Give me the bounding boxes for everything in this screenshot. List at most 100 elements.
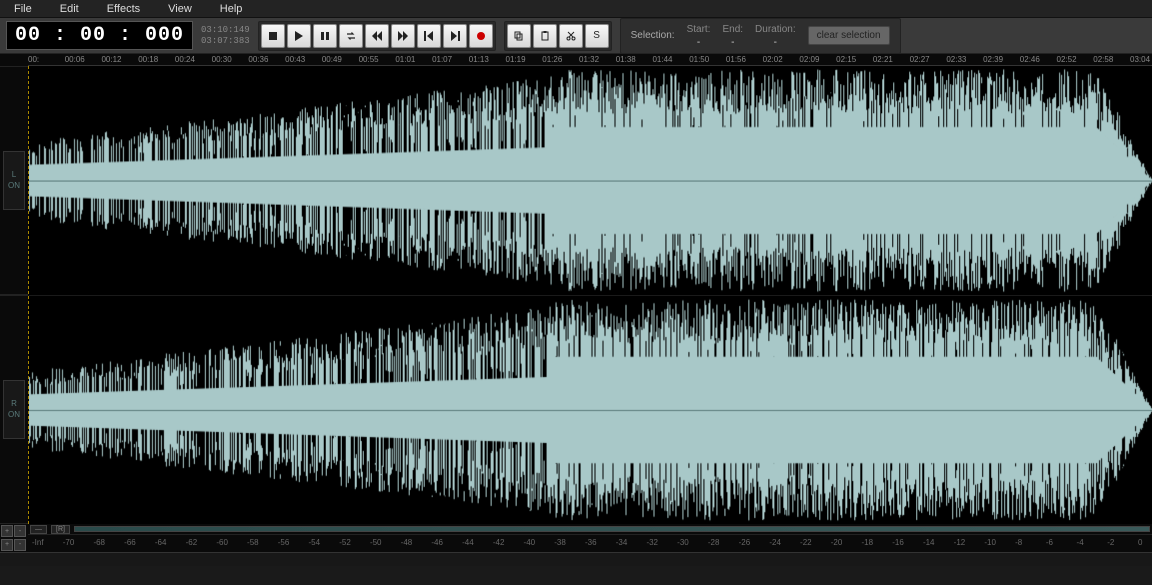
goto-start-button[interactable] [417, 24, 441, 48]
db-tick: -64 [155, 538, 167, 547]
db-tick: -50 [370, 538, 382, 547]
db-tick: -52 [339, 538, 351, 547]
time-tick: 02:21 [873, 55, 893, 64]
time-tick: 02:58 [1093, 55, 1113, 64]
waveform-left[interactable] [29, 66, 1152, 295]
time-tick: 01:44 [652, 55, 672, 64]
copy-button[interactable] [507, 24, 531, 48]
waveform-right[interactable] [29, 295, 1152, 525]
cut-button[interactable] [559, 24, 583, 48]
time-tick: 02:02 [763, 55, 783, 64]
zoom-out-h[interactable]: - [14, 525, 26, 537]
channel-left-label[interactable]: LON [0, 66, 28, 295]
paste-button[interactable] [533, 24, 557, 48]
db-tick: -58 [247, 538, 259, 547]
loop-track[interactable] [74, 526, 1150, 532]
db-scale: -Inf-70-68-66-64-62-60-58-56-54-52-50-48… [28, 534, 1152, 552]
db-tick: -8 [1015, 538, 1022, 547]
db-tick: -10 [984, 538, 996, 547]
db-tick: -24 [769, 538, 781, 547]
position-current: 03:07:383 [201, 36, 250, 47]
menu-view[interactable]: View [158, 1, 210, 17]
time-tick: 00:36 [248, 55, 268, 64]
time-tick: 00:18 [138, 55, 158, 64]
db-tick: -28 [708, 538, 720, 547]
channel-right-label[interactable]: RON [0, 295, 28, 524]
db-tick: 0 [1138, 538, 1142, 547]
loop-disable-button[interactable]: — [30, 525, 47, 534]
time-tick: 01:50 [689, 55, 709, 64]
menu-help[interactable]: Help [210, 1, 261, 17]
channel-left-letter: L [8, 170, 20, 180]
select-button[interactable]: S [585, 24, 609, 48]
rewind-button[interactable] [365, 24, 389, 48]
time-tick: 01:26 [542, 55, 562, 64]
status-bar [0, 552, 1152, 566]
channel-left-state: ON [8, 181, 20, 191]
time-tick: 02:09 [799, 55, 819, 64]
db-tick: -48 [401, 538, 413, 547]
menu-edit[interactable]: Edit [50, 1, 97, 17]
selection-start-value: - [697, 36, 700, 49]
time-tick: 02:33 [946, 55, 966, 64]
forward-button[interactable] [391, 24, 415, 48]
db-tick: -40 [524, 538, 536, 547]
db-tick: -20 [831, 538, 843, 547]
time-tick: 02:52 [1057, 55, 1077, 64]
zoom-in-h[interactable]: + [1, 525, 13, 537]
record-button[interactable] [469, 24, 493, 48]
db-tick: -54 [309, 538, 321, 547]
time-tick: 00:49 [322, 55, 342, 64]
loop-region-button[interactable]: [R] [51, 525, 70, 534]
stop-button[interactable] [261, 24, 285, 48]
loop-bar: — [R] [28, 524, 1152, 534]
timecode-info: 03:10:149 03:07:383 [201, 25, 250, 47]
selection-panel: Selection: Start:- End:- Duration:- clea… [620, 18, 901, 54]
zoom-out-v[interactable]: - [14, 539, 26, 551]
db-tick: -62 [186, 538, 198, 547]
play-button[interactable] [287, 24, 311, 48]
db-tick: -38 [554, 538, 566, 547]
time-tick: 00:12 [101, 55, 121, 64]
time-tick: 02:46 [1020, 55, 1040, 64]
time-tick: 00:30 [212, 55, 232, 64]
db-tick: -Inf [32, 538, 44, 547]
time-tick: 01:13 [469, 55, 489, 64]
time-tick: 00:55 [359, 55, 379, 64]
loop-button[interactable] [339, 24, 363, 48]
db-tick: -4 [1077, 538, 1084, 547]
channel-gutter: LON RON + - + - [0, 54, 28, 552]
waveform-container[interactable] [28, 66, 1152, 524]
time-tick: 02:39 [983, 55, 1003, 64]
selection-duration-value: - [774, 36, 777, 49]
menu-file[interactable]: File [4, 1, 50, 17]
db-tick: -14 [923, 538, 935, 547]
time-tick: 00:43 [285, 55, 305, 64]
db-tick: -44 [462, 538, 474, 547]
selection-end-value: - [731, 36, 734, 49]
db-tick: -60 [216, 538, 228, 547]
clear-selection-button[interactable]: clear selection [808, 26, 890, 45]
db-tick: -34 [616, 538, 628, 547]
time-tick: 00:06 [65, 55, 85, 64]
zoom-in-v[interactable]: + [1, 539, 13, 551]
time-ruler[interactable]: 00:00:0600:1200:1800:2400:3000:3600:4300… [28, 54, 1152, 66]
db-tick: -30 [677, 538, 689, 547]
time-tick: 01:19 [506, 55, 526, 64]
db-tick: -70 [63, 538, 75, 547]
db-tick: -6 [1046, 538, 1053, 547]
edit-controls: S [504, 21, 612, 51]
menu-effects[interactable]: Effects [97, 1, 158, 17]
db-tick: -16 [892, 538, 904, 547]
db-tick: -12 [954, 538, 966, 547]
goto-end-button[interactable] [443, 24, 467, 48]
time-tick: 02:27 [910, 55, 930, 64]
pause-button[interactable] [313, 24, 337, 48]
selection-duration-label: Duration: [755, 23, 796, 36]
selection-start-label: Start: [687, 23, 711, 36]
selection-end-label: End: [722, 23, 743, 36]
duration-total: 03:10:149 [201, 25, 250, 36]
time-tick: 01:38 [616, 55, 636, 64]
db-tick: -26 [739, 538, 751, 547]
time-tick: 00: [28, 55, 39, 64]
